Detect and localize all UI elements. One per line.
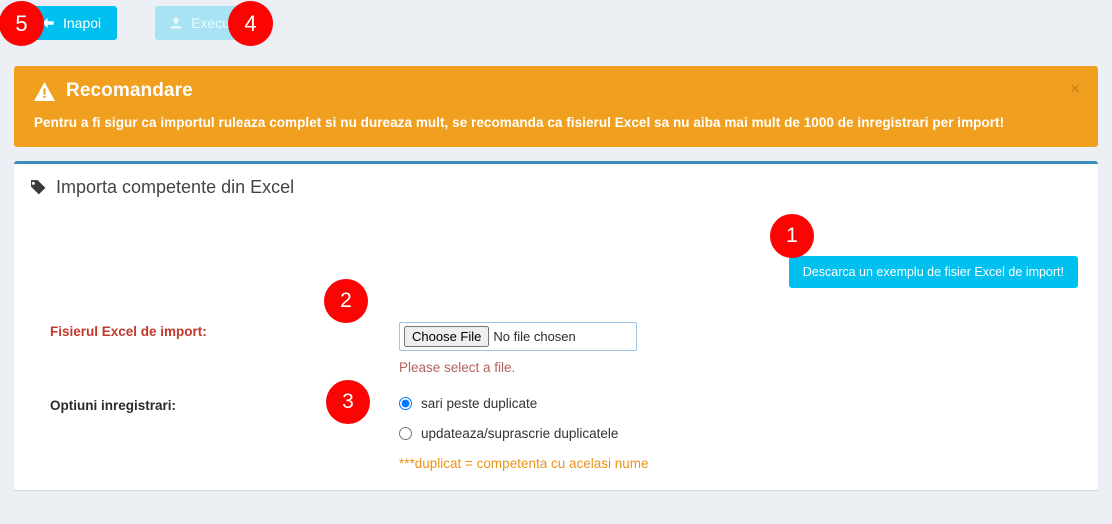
alert-close-button[interactable]: ×: [1066, 78, 1084, 99]
download-sample-row: Descarca un exemplu de fisier Excel de i…: [788, 256, 1078, 288]
annotation-badge-3: 3: [326, 380, 370, 424]
annotation-badge-2: 2: [324, 279, 368, 323]
warning-triangle-icon: [34, 81, 55, 101]
tag-icon: [30, 179, 47, 196]
panel-body: Descarca un exemplu de fisier Excel de i…: [14, 198, 1098, 524]
panel-header: Importa competente din Excel: [14, 164, 1098, 198]
top-toolbar: Inapoi Executa: [0, 0, 1112, 48]
radio-overwrite-duplicates-input[interactable]: [399, 427, 412, 440]
alert-title: Recomandare: [66, 80, 193, 101]
excel-file-input[interactable]: [399, 322, 637, 351]
annotation-badge-1: 1: [770, 214, 814, 258]
page-title: Importa competente din Excel: [56, 177, 295, 197]
alert-heading: Recomandare: [34, 80, 1080, 102]
import-panel: Importa competente din Excel Descarca un…: [14, 161, 1098, 490]
file-field-group: Please select a file.: [399, 322, 637, 375]
radio-skip-duplicates-input[interactable]: [399, 397, 412, 410]
alert-message: Pentru a fi sigur ca importul ruleaza co…: [34, 115, 1005, 130]
annotation-badge-5: 5: [0, 1, 44, 46]
file-input-label: Fisierul Excel de import:: [50, 324, 207, 339]
upload-icon: [169, 16, 183, 30]
annotation-badge-4: 4: [228, 1, 273, 46]
radio-skip-duplicates-label: sari peste duplicate: [421, 396, 538, 411]
radio-overwrite-duplicates-label: updateaza/suprascrie duplicatele: [421, 426, 619, 441]
radio-overwrite-duplicates[interactable]: updateaza/suprascrie duplicatele: [399, 426, 649, 441]
options-field-group: sari peste duplicate updateaza/suprascri…: [399, 396, 649, 471]
download-sample-button[interactable]: Descarca un exemplu de fisier Excel de i…: [788, 256, 1078, 288]
recommendation-alert: × Recomandare Pentru a fi sigur ca impor…: [14, 66, 1098, 147]
back-button-label: Inapoi: [63, 15, 102, 31]
options-label: Optiuni inregistrari:: [50, 398, 177, 413]
duplicate-definition-note: ***duplicat = competenta cu acelasi nume: [399, 456, 649, 471]
radio-skip-duplicates[interactable]: sari peste duplicate: [399, 396, 649, 411]
file-error-message: Please select a file.: [399, 360, 516, 375]
